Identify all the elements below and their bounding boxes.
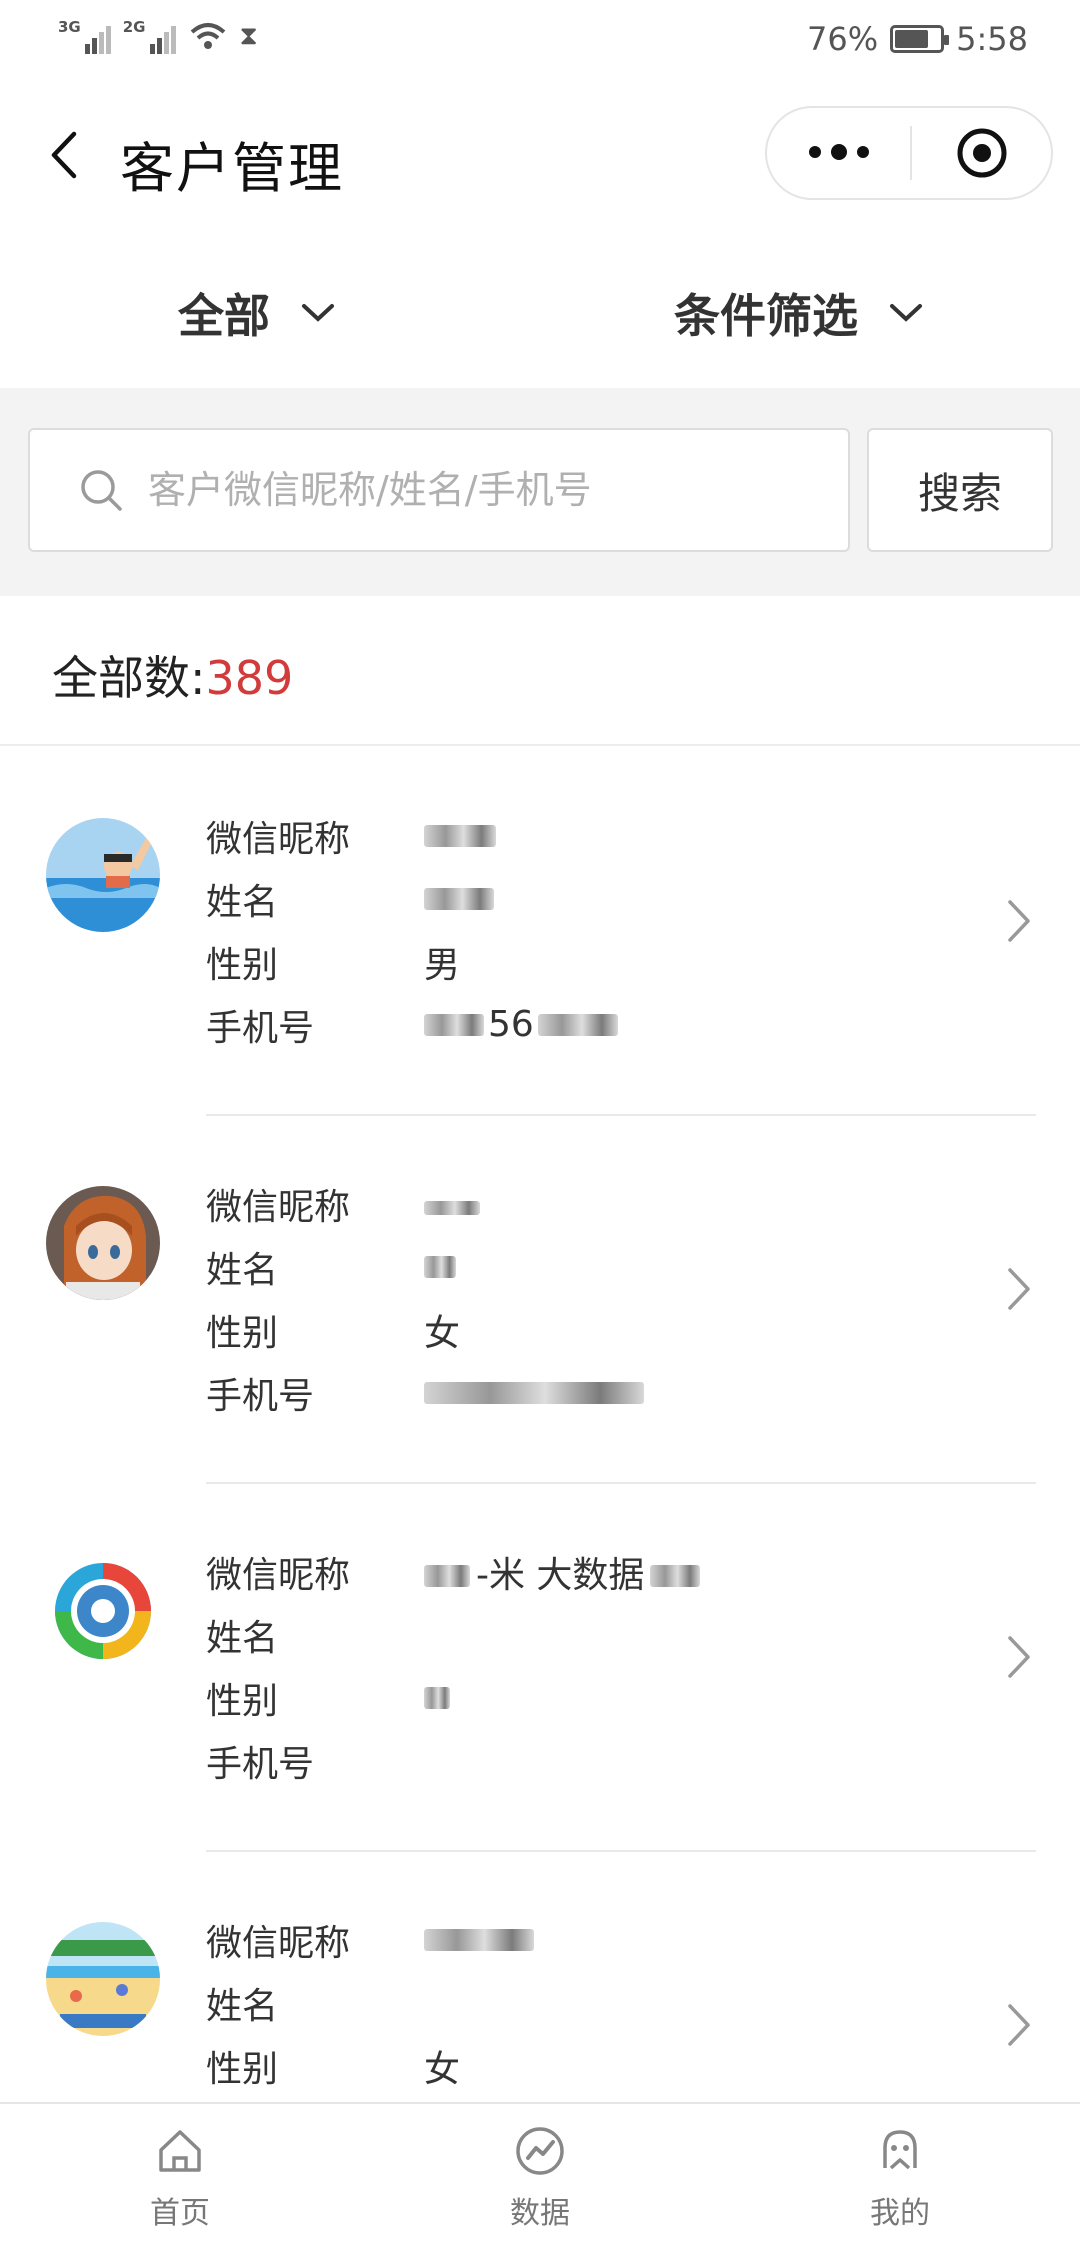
signal-type-2: 2G bbox=[122, 18, 146, 36]
field-value-gender: 女 bbox=[424, 2048, 461, 2090]
tab-home[interactable]: 首页 bbox=[0, 2104, 360, 2244]
filter-all-label: 全部 bbox=[178, 289, 270, 343]
search-box[interactable] bbox=[28, 428, 850, 552]
profile-icon bbox=[883, 2130, 917, 2170]
miniprogram-capsule bbox=[765, 106, 1053, 200]
tab-home-label: 首页 bbox=[150, 2196, 210, 2231]
search-input[interactable] bbox=[148, 468, 828, 512]
signal-icon: 3G bbox=[58, 18, 111, 54]
tab-bar: 首页 数据 我的 bbox=[0, 2102, 1080, 2244]
field-value-phone: 56 bbox=[424, 1004, 618, 1045]
battery-icon bbox=[890, 25, 950, 53]
chevron-right-icon bbox=[1008, 1268, 1030, 1310]
chevron-down-icon bbox=[890, 304, 922, 322]
filter-condition-label: 条件筛选 bbox=[674, 289, 858, 343]
avatar bbox=[46, 1554, 160, 1668]
filter-condition-dropdown[interactable]: 条件筛选 bbox=[674, 280, 924, 346]
back-button[interactable] bbox=[38, 120, 88, 190]
chevron-right-icon bbox=[1008, 1636, 1030, 1678]
data-chart-icon bbox=[516, 2127, 564, 2175]
field-label-phone: 手机号 bbox=[206, 1743, 315, 1785]
total-count-row: 全部数:389 bbox=[0, 596, 1080, 746]
field-label-name: 姓名 bbox=[206, 1617, 279, 1659]
page-title: 客户管理 bbox=[120, 137, 344, 200]
back-arrow-icon bbox=[51, 131, 77, 179]
avatar bbox=[46, 818, 160, 932]
chevron-down-icon bbox=[302, 304, 334, 322]
status-bar: 3G 2G ⧗ 76% 5:58 bbox=[0, 0, 1080, 80]
search-icon bbox=[81, 470, 122, 511]
field-label-name: 姓名 bbox=[206, 1249, 279, 1291]
avatar bbox=[46, 1186, 160, 1300]
filter-row: 全部 条件筛选 bbox=[0, 260, 1080, 390]
field-value-wechat: -米 大数据 bbox=[424, 1546, 701, 1598]
phone-visible-digits: 56 bbox=[488, 1004, 534, 1045]
field-value-wechat bbox=[424, 815, 496, 856]
field-label-gender: 性别 bbox=[206, 1312, 279, 1354]
field-label-name: 姓名 bbox=[206, 1985, 279, 2027]
field-value-name bbox=[424, 1246, 456, 1287]
field-label-wechat: 微信昵称 bbox=[206, 818, 351, 860]
tab-profile-label: 我的 bbox=[870, 2196, 930, 2231]
wechat-visible-text: -米 大数据 bbox=[476, 1554, 645, 1596]
field-label-gender: 性别 bbox=[206, 2048, 279, 2090]
total-count-label: 全部数: bbox=[52, 651, 206, 705]
field-label-gender: 性别 bbox=[206, 944, 279, 986]
home-icon bbox=[159, 2130, 201, 2172]
chevron-right-icon bbox=[1008, 2004, 1030, 2046]
signal-type-1: 3G bbox=[58, 18, 81, 36]
field-value-gender bbox=[424, 1677, 450, 1718]
field-label-gender: 性别 bbox=[206, 1680, 279, 1722]
customer-list: 微信昵称 姓名 性别男 手机号 56 微信昵称 姓名 性别女 手机号 微信昵称 … bbox=[0, 748, 1080, 2102]
avatar bbox=[46, 1922, 160, 2036]
field-value-gender: 女 bbox=[424, 1312, 461, 1354]
field-value-phone bbox=[424, 1372, 644, 1413]
customer-item[interactable]: 微信昵称 姓名 性别 女 bbox=[0, 1852, 1080, 2102]
chevron-right-icon bbox=[1008, 900, 1030, 942]
status-right: 76% 5:58 bbox=[807, 20, 1028, 58]
field-label-wechat: 微信昵称 bbox=[206, 1922, 351, 1964]
field-value-wechat bbox=[424, 1183, 480, 1224]
field-label-wechat: 微信昵称 bbox=[206, 1554, 351, 1596]
field-value-gender: 男 bbox=[424, 944, 461, 986]
nav-bar: 客户管理 bbox=[0, 80, 1080, 230]
total-count: 全部数:389 bbox=[52, 642, 293, 708]
clock-time: 5:58 bbox=[956, 20, 1028, 58]
search-section: 搜索 bbox=[0, 388, 1080, 596]
customer-item[interactable]: 微信昵称 -米 大数据 姓名 性别 手机号 bbox=[0, 1484, 1080, 1852]
filter-all-dropdown[interactable]: 全部 bbox=[178, 280, 336, 346]
battery-percent: 76% bbox=[807, 20, 879, 58]
field-label-phone: 手机号 bbox=[206, 1007, 315, 1049]
tab-data[interactable]: 数据 bbox=[360, 2104, 720, 2244]
search-button[interactable]: 搜索 bbox=[867, 428, 1053, 552]
total-count-value: 389 bbox=[205, 651, 294, 705]
tab-profile[interactable]: 我的 bbox=[720, 2104, 1080, 2244]
field-label-name: 姓名 bbox=[206, 881, 279, 923]
tab-data-label: 数据 bbox=[510, 2196, 570, 2231]
field-label-phone: 手机号 bbox=[206, 1375, 315, 1417]
customer-item[interactable]: 微信昵称 姓名 性别 女 手机号 bbox=[0, 1116, 1080, 1484]
more-dots-icon bbox=[808, 146, 821, 158]
signal-icon-2: 2G bbox=[123, 18, 176, 54]
field-label-wechat: 微信昵称 bbox=[206, 1186, 351, 1228]
close-miniprogram-button[interactable] bbox=[912, 125, 1051, 181]
target-icon bbox=[957, 128, 1006, 178]
more-button[interactable] bbox=[767, 144, 910, 160]
field-value-name bbox=[424, 878, 494, 919]
hourglass-icon: ⧗ bbox=[239, 20, 258, 51]
customer-item[interactable]: 微信昵称 姓名 性别 男 手机号 56 bbox=[0, 748, 1080, 1116]
field-value-wechat bbox=[424, 1919, 534, 1960]
wifi-icon bbox=[190, 23, 225, 49]
status-left-icons: 3G 2G ⧗ bbox=[58, 18, 258, 54]
